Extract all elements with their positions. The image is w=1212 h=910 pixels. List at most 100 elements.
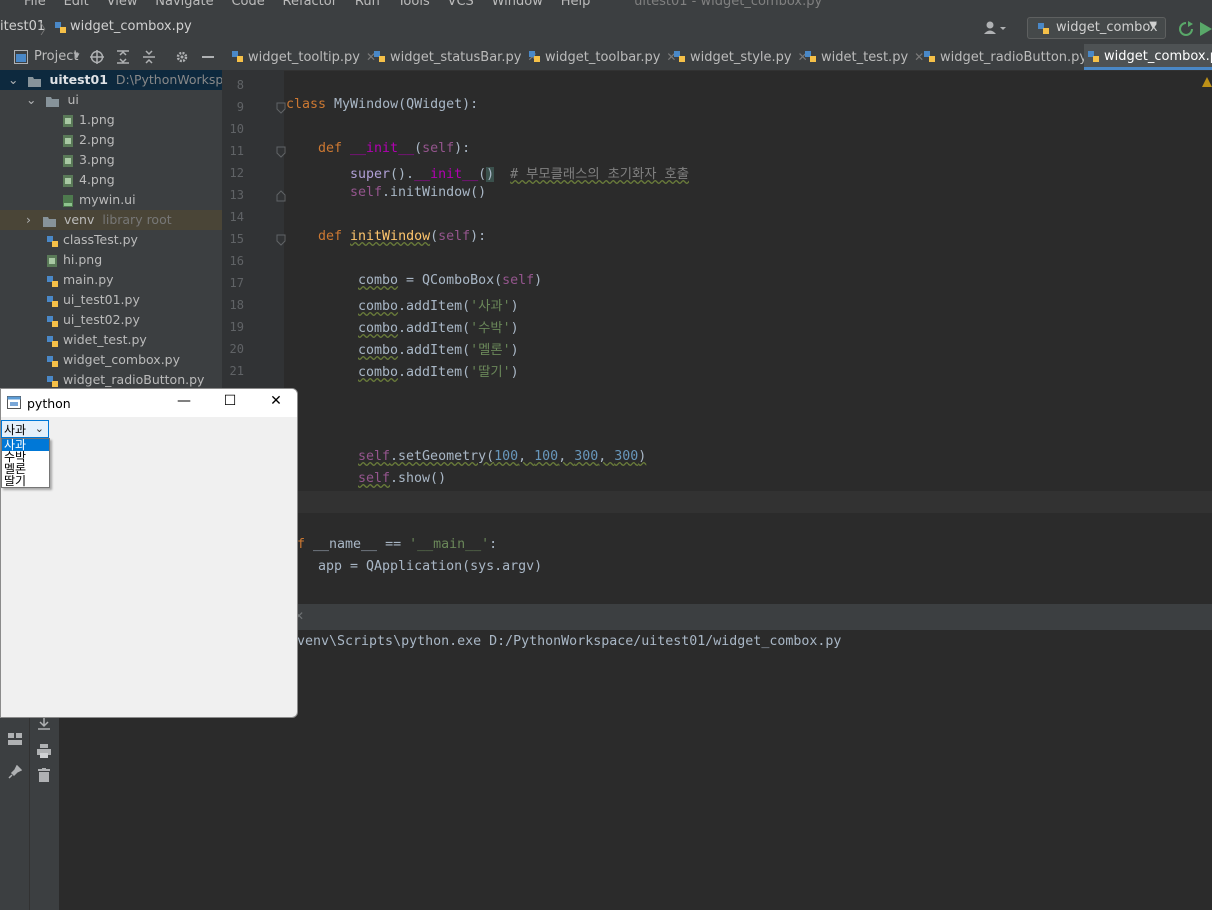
- menu-file[interactable]: File: [24, 0, 46, 9]
- tree-file[interactable]: 2.png: [62, 130, 115, 150]
- tree-folder-label: venv: [63, 212, 95, 227]
- warning-icon[interactable]: [1202, 76, 1212, 88]
- tree-file[interactable]: 1.png: [62, 110, 115, 130]
- tab-label: widget_radioButton.py: [940, 50, 1088, 65]
- tree-file[interactable]: widget_radioButton.py: [46, 370, 204, 390]
- python-window-titlebar[interactable]: python — ☐ ✕: [1, 389, 297, 417]
- tree-file-label: hi.png: [63, 252, 103, 267]
- menu-help[interactable]: Help: [561, 0, 591, 9]
- breadcrumb-file[interactable]: widget_combox.py: [70, 19, 192, 34]
- code-line: self.show(): [358, 471, 447, 486]
- close-icon[interactable]: ✕: [261, 393, 291, 413]
- tree-root[interactable]: ⌄ uitest01 D:\PythonWorkspace\: [0, 70, 250, 90]
- user-icon[interactable]: [984, 21, 1008, 35]
- menu-refactor[interactable]: Refactor: [283, 0, 338, 9]
- locate-icon[interactable]: [90, 50, 104, 64]
- minimize-panel-icon[interactable]: [202, 56, 214, 59]
- code-line: combo = QComboBox(self): [358, 273, 543, 288]
- structure-icon[interactable]: [8, 733, 22, 745]
- chevron-right-icon[interactable]: ›: [26, 212, 31, 227]
- chevron-down-icon[interactable]: ▾: [74, 49, 80, 62]
- tree-file[interactable]: widet_test.py: [46, 330, 147, 350]
- fold-icon[interactable]: [276, 234, 286, 246]
- tree-file[interactable]: ui_test01.py: [46, 290, 140, 310]
- maximize-icon[interactable]: ☐: [215, 393, 245, 413]
- tree-folder-venv[interactable]: › venv library root: [0, 210, 222, 230]
- tab-widget-radiobutton[interactable]: widget_radioButton.py✕: [920, 44, 1103, 70]
- project-panel-icon: [14, 50, 28, 64]
- code-comment: # 부모클래스의 초기화자 호출: [510, 167, 689, 182]
- tab-widget-combox[interactable]: widget_combox.py: [1084, 44, 1212, 70]
- python-window-title: python: [27, 396, 71, 411]
- rerun-icon[interactable]: [1178, 21, 1194, 37]
- chevron-down-icon: ▼: [1149, 20, 1157, 31]
- menu-navigate[interactable]: Navigate: [155, 0, 213, 9]
- tree-file-label: 3.png: [79, 152, 115, 167]
- menu-tools[interactable]: Tools: [398, 0, 430, 9]
- tab-widget-statusbar[interactable]: widget_statusBar.py✕: [370, 44, 537, 70]
- tree-file-label: mywin.ui: [79, 192, 136, 207]
- menu-view[interactable]: View: [107, 0, 138, 9]
- python-run-config-icon: [1038, 23, 1049, 34]
- image-file-icon: [63, 174, 73, 187]
- project-panel-title[interactable]: Project: [34, 49, 78, 64]
- expand-all-icon[interactable]: [116, 50, 130, 64]
- tree-file[interactable]: 3.png: [62, 150, 115, 170]
- menu-vcs[interactable]: VCS: [448, 0, 474, 9]
- menu-window[interactable]: Window: [492, 0, 543, 9]
- run-configuration-select[interactable]: widget_combox ▼: [1027, 17, 1166, 39]
- tree-file-label: widet_test.py: [63, 332, 147, 347]
- trash-icon[interactable]: [38, 768, 50, 782]
- tree-file-label: ui_test02.py: [63, 312, 140, 327]
- tab-widget-tooltip[interactable]: widget_tooltip.py ✕: [228, 44, 376, 70]
- pin-icon[interactable]: [8, 765, 22, 779]
- image-file-icon: [63, 134, 73, 147]
- code-line: self.initWindow(): [350, 185, 487, 200]
- tree-file[interactable]: classTest.py: [46, 230, 138, 250]
- minimize-icon[interactable]: —: [169, 393, 199, 413]
- combobox-option[interactable]: 딸기: [2, 475, 49, 487]
- run-icon[interactable]: [1200, 21, 1212, 37]
- breadcrumb-root[interactable]: itest01: [0, 19, 45, 34]
- tree-file[interactable]: hi.png: [46, 250, 102, 270]
- image-file-icon: [63, 114, 73, 127]
- python-file-icon: [374, 51, 385, 62]
- chevron-down-icon[interactable]: ⌄: [8, 72, 18, 87]
- code-line: super().__init__() # 부모클래스의 초기화자 호출: [350, 167, 689, 182]
- window-title: uitest01 - widget_combox.py: [634, 0, 823, 9]
- fruit-combobox[interactable]: 사과 ⌄: [1, 420, 49, 438]
- tree-file[interactable]: mywin.ui: [62, 190, 136, 210]
- menu-edit[interactable]: Edit: [64, 0, 89, 9]
- breadcrumb-separator-icon: 〉: [40, 23, 54, 38]
- python-file-icon: [805, 51, 816, 62]
- tree-file[interactable]: ui_test02.py: [46, 310, 140, 330]
- menu-run[interactable]: Run: [355, 0, 380, 9]
- tree-folder-ui[interactable]: ⌄ ui: [26, 90, 79, 110]
- tree-root-name: uitest01: [49, 72, 108, 87]
- python-file-icon: [47, 235, 58, 247]
- tree-file-label: main.py: [63, 272, 114, 287]
- line-number: 10: [229, 122, 244, 136]
- tree-file[interactable]: main.py: [46, 270, 114, 290]
- tree-file[interactable]: widget_combox.py: [46, 350, 180, 370]
- folder-icon: [28, 76, 42, 87]
- tab-widget-toolbar[interactable]: widget_toolbar.py ✕: [525, 44, 676, 70]
- tree-file-label: 1.png: [79, 112, 115, 127]
- print-icon[interactable]: [37, 744, 51, 758]
- menu-code[interactable]: Code: [231, 0, 264, 9]
- python-file-icon: [1088, 51, 1099, 62]
- fold-icon[interactable]: [276, 102, 286, 114]
- scroll-to-end-icon[interactable]: [37, 717, 51, 731]
- combobox-dropdown-list: 사과 수박 멜론 딸기: [1, 438, 50, 488]
- collapse-all-icon[interactable]: [142, 50, 156, 64]
- fold-icon[interactable]: [276, 190, 286, 202]
- python-file-icon: [674, 51, 685, 62]
- tree-file[interactable]: 4.png: [62, 170, 115, 190]
- tab-widget-style[interactable]: widget_style.py ✕: [670, 44, 808, 70]
- fold-icon[interactable]: [276, 146, 286, 158]
- gear-icon[interactable]: [175, 50, 189, 64]
- tab-widet-test[interactable]: widet_test.py ✕: [801, 44, 924, 70]
- line-number: 17: [229, 276, 244, 290]
- chevron-down-icon[interactable]: ⌄: [26, 92, 36, 107]
- line-number: 21: [229, 364, 244, 378]
